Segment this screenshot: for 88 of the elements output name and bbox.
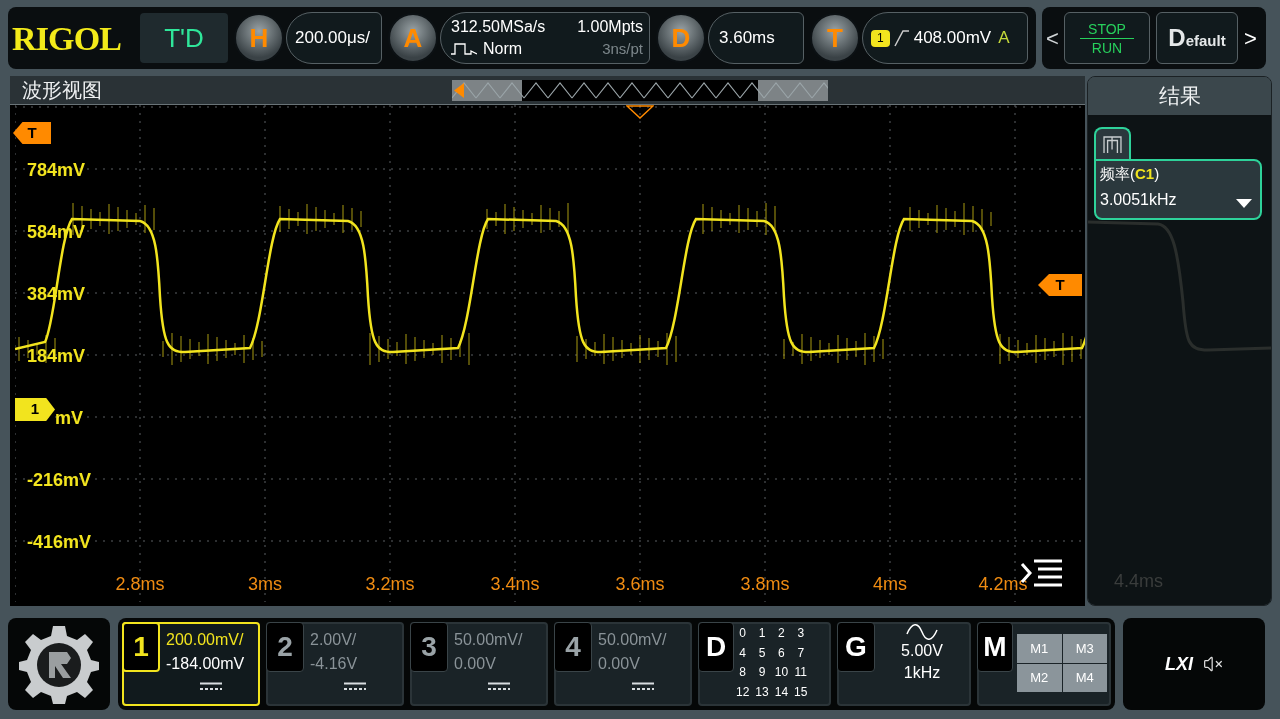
generator-card[interactable]: G 5.00V 1kHz — [837, 622, 971, 706]
mute-icon[interactable] — [1203, 654, 1223, 674]
channel-offset: -4.16V — [310, 654, 359, 674]
dc-coupling-icon — [632, 682, 654, 691]
time-label: 3.4ms — [489, 575, 541, 593]
digital-bit: 1 — [757, 626, 767, 642]
channel-scale: 50.00mV/ — [454, 630, 523, 650]
voltage-label: mV — [55, 409, 83, 427]
channel-number: 4 — [554, 622, 592, 672]
waveform-overview-drawing[interactable] — [452, 80, 828, 101]
digital-bit: 5 — [757, 645, 767, 662]
time-label: 3.2ms — [364, 575, 416, 593]
generator-badge: G — [837, 622, 875, 672]
time-label: 3.6ms — [614, 575, 666, 593]
digital-bit: 9 — [757, 665, 767, 681]
acquire-panel[interactable]: 312.50MSa/s 1.00Mpts Norm 3ns/pt — [440, 12, 650, 64]
measurement-label: 频率(C1) — [1100, 164, 1161, 184]
dc-coupling-icon — [200, 682, 222, 691]
dc-coupling-icon — [488, 682, 510, 691]
voltage-label: 784mV — [27, 161, 86, 179]
trigger-level-marker[interactable]: T — [13, 122, 51, 144]
channel-card[interactable]: 4 50.00mV/ 0.00V — [554, 622, 692, 706]
digital-bit: 7 — [796, 645, 806, 662]
channel-scale: 2.00V/ — [310, 630, 358, 650]
time-label: 4ms — [872, 575, 908, 593]
default-button[interactable]: Default — [1156, 12, 1238, 64]
channel-number: 3 — [410, 622, 448, 672]
delay-value[interactable]: 3.60ms — [708, 12, 804, 64]
time-label: 3.8ms — [739, 575, 791, 593]
time-label: 3ms — [247, 575, 283, 593]
run-stop-button[interactable]: STOP RUN — [1064, 12, 1150, 64]
channel-offset: 0.00V — [598, 654, 641, 674]
trigger-source: 1 — [871, 29, 890, 47]
channel-offset: -184.00mV — [166, 654, 245, 674]
channel-scale: 50.00mV/ — [598, 630, 667, 650]
digital-bit: 4 — [738, 645, 747, 662]
channel-number: 1 — [122, 622, 160, 672]
digital-bit: 2 — [777, 626, 786, 642]
digital-badge: D — [698, 622, 734, 672]
channel-card[interactable]: 1 200.00mV/ -184.00mV — [122, 622, 260, 706]
timebase-value[interactable]: 200.00μs/ — [286, 12, 382, 64]
trigger-panel[interactable]: 1 408.00mV A — [862, 12, 1028, 64]
sample-rate: 312.50MSa/s — [451, 17, 546, 37]
acquire-mode-icon — [451, 42, 477, 56]
digital-card[interactable]: D 0 1 2 3 4 5 6 7 8 9 10 11 12 13 14 15 — [698, 622, 831, 706]
dc-coupling-icon — [344, 682, 366, 691]
memory-depth: 1.00Mpts — [576, 17, 643, 37]
voltage-label: -416mV — [27, 533, 92, 551]
measurement-value: 3.0051kHz — [1100, 189, 1177, 210]
measurement-card[interactable]: 频率(C1) 3.0051kHz — [1094, 159, 1262, 220]
digital-bit: 13 — [755, 684, 769, 701]
dropdown-icon[interactable] — [1236, 198, 1252, 208]
trigger-sweep: A — [998, 27, 1010, 50]
digital-bit: 8 — [738, 665, 747, 681]
channel-offset: 0.00V — [454, 654, 497, 674]
sine-wave-icon — [906, 624, 938, 640]
digital-bit: 15 — [794, 684, 808, 701]
channel-scale: 200.00mV/ — [166, 630, 245, 650]
trigger-level-marker[interactable]: T — [1038, 274, 1082, 296]
time-label: 2.8ms — [114, 575, 166, 593]
digital-bit: 12 — [736, 684, 750, 701]
digital-bit: 0 — [738, 626, 747, 642]
acquire-mode: Norm — [483, 39, 523, 59]
lxi-logo: LXI — [1165, 652, 1193, 676]
channel-number: 2 — [266, 622, 304, 672]
time-resolution: 3ns/pt — [601, 39, 643, 59]
trigger-level: 408.00mV — [913, 27, 992, 50]
digital-bit: 10 — [774, 665, 789, 681]
rising-edge-icon — [893, 29, 910, 47]
voltage-label: -216mV — [27, 471, 92, 489]
digital-bit: 14 — [774, 684, 789, 701]
time-label: 4.2ms — [977, 575, 1029, 593]
generator-frequency: 1kHz — [903, 663, 941, 683]
results-title: 结果 — [1158, 83, 1201, 110]
math-badge: M — [977, 622, 1013, 672]
measurement-tab-icon[interactable] — [1094, 127, 1131, 161]
generator-amplitude: 5.00V — [901, 641, 943, 661]
brand-logo: RIGOL — [12, 18, 123, 59]
trigger-position-marker[interactable] — [626, 105, 654, 119]
panel-title: 波形视图 — [22, 80, 102, 100]
digital-bit: 3 — [796, 626, 806, 642]
voltage-label: 184mV — [27, 347, 86, 365]
channel-card[interactable]: 3 50.00mV/ 0.00V — [410, 622, 548, 706]
mode-indicator[interactable]: T'D — [140, 13, 228, 63]
channel-card[interactable]: 2 2.00V/ -4.16V — [266, 622, 404, 706]
channel-marker[interactable]: 1 — [15, 398, 55, 421]
digital-bit: 6 — [777, 645, 786, 662]
digital-bit: 11 — [794, 665, 808, 681]
